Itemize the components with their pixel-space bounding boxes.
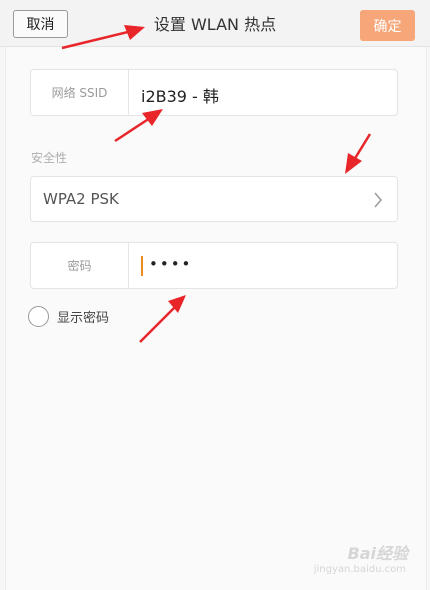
security-value: WPA2 PSK: [43, 190, 119, 208]
ssid-field[interactable]: 网络 SSID i2B39 - 韩: [30, 69, 398, 116]
show-password-checkbox[interactable]: [28, 306, 49, 327]
watermark-logo: Bai经验: [347, 544, 408, 563]
chevron-right-icon: [374, 192, 382, 208]
ssid-input[interactable]: i2B39 - 韩: [141, 83, 219, 107]
security-section-label: 安全性: [31, 151, 68, 165]
show-password-label: 显示密码: [57, 311, 110, 326]
password-input[interactable]: ••••: [149, 255, 192, 273]
watermark-url: jingyan.baidu.com: [313, 564, 406, 575]
password-label: 密码: [31, 243, 129, 288]
text-cursor: [141, 256, 143, 276]
top-bar: 取消 设置 WLAN 热点 确定: [0, 0, 430, 47]
ssid-label: 网络 SSID: [31, 70, 129, 115]
confirm-button[interactable]: 确定: [360, 10, 415, 41]
password-field[interactable]: 密码 ••••: [30, 242, 398, 289]
security-selector[interactable]: WPA2 PSK: [30, 176, 398, 222]
